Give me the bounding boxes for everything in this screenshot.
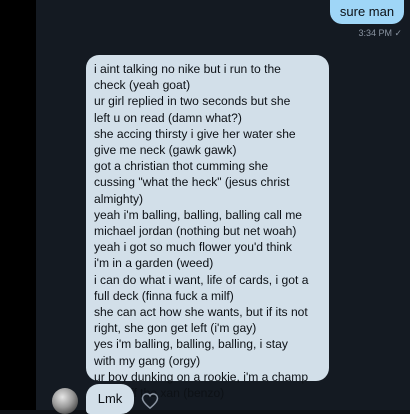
message-line: cussing "what the heck" (jesus christ xyxy=(94,175,290,190)
reply-message-text: Lmk xyxy=(97,391,123,406)
message-line: right, she gon get left (i'm gay) xyxy=(94,321,257,336)
message-line: michael jordan (nothing but net woah) xyxy=(94,224,297,239)
message-line: yeah i got so much flower you'd think xyxy=(94,240,292,255)
avatar[interactable] xyxy=(52,388,78,414)
message-line: got a christian thot cumming she xyxy=(94,159,269,174)
message-line: give me neck (gawk gawk) xyxy=(94,143,237,158)
message-line: she accing thirsty i give her water she xyxy=(94,126,296,141)
received-message-bubble[interactable]: i aint talking no nike but i run to the … xyxy=(86,55,329,400)
message-line: yes i'm balling, balling, balling, i sta… xyxy=(94,337,288,352)
sent-message-text: sure man xyxy=(339,4,395,19)
sent-message-timestamp: 3:34 PM ✓ xyxy=(358,28,402,38)
message-line: she can act how she wants, but if its no… xyxy=(94,305,308,320)
left-bezel xyxy=(0,0,36,410)
message-line: almighty) xyxy=(94,191,144,206)
message-line: i can do what i want, life of cards, i g… xyxy=(94,272,309,287)
message-line: with my gang (orgy) xyxy=(94,353,201,368)
heart-outline-icon[interactable] xyxy=(140,391,160,411)
message-line: full deck (finna fuck a milf) xyxy=(94,288,234,303)
message-line: ur girl replied in two seconds but she xyxy=(94,94,291,109)
sent-message-bubble[interactable]: sure man xyxy=(330,0,404,24)
message-line: i'm in a garden (weed) xyxy=(94,256,214,271)
message-line: yeah i'm balling, balling, balling call … xyxy=(94,207,303,222)
message-line: left u on read (damn what?) xyxy=(94,110,242,125)
message-line: ur boy dunking on a rookie, i'm a champ xyxy=(94,369,309,384)
message-line: i aint talking no nike but i run to the xyxy=(94,62,281,76)
message-line: check (yeah goat) xyxy=(94,78,191,93)
